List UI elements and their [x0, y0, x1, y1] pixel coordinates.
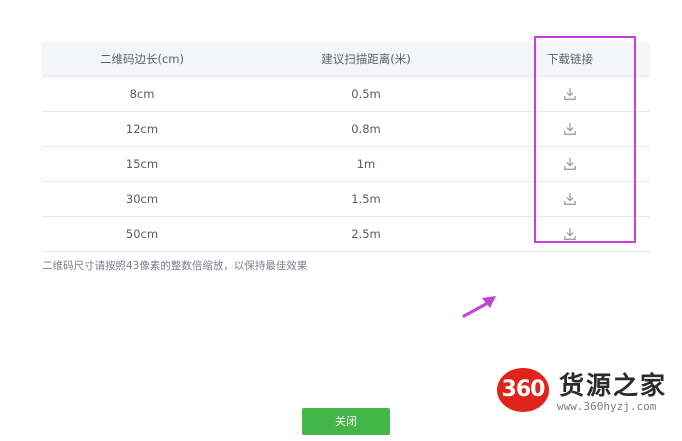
- pointer-arrow-icon: [462, 296, 496, 318]
- table-row: 12cm 0.8m: [42, 111, 650, 147]
- watermark-360-logo: 360: [497, 368, 549, 412]
- download-cell: [490, 111, 650, 147]
- table-row: 50cm 2.5m: [42, 216, 650, 252]
- header-qr-size: 二维码边长(cm): [42, 42, 242, 77]
- download-icon[interactable]: [563, 227, 577, 241]
- qr-size-table: 二维码边长(cm) 建议扫描距离(米) 下载链接 8cm 0.5m 12cm 0…: [42, 42, 650, 252]
- qr-size-cell: 30cm: [42, 181, 242, 217]
- site-watermark: 360 货源之家 www.360hyzj.com: [497, 364, 679, 420]
- close-button[interactable]: 关闭: [302, 408, 390, 435]
- qr-size-cell: 15cm: [42, 146, 242, 182]
- scan-distance-cell: 0.8m: [242, 111, 490, 147]
- qr-download-dialog: 二维码边长(cm) 建议扫描距离(米) 下载链接 8cm 0.5m 12cm 0…: [0, 0, 682, 441]
- download-icon[interactable]: [563, 192, 577, 206]
- qr-size-cell: 8cm: [42, 76, 242, 112]
- table-row: 30cm 1.5m: [42, 181, 650, 217]
- scan-distance-cell: 0.5m: [242, 76, 490, 112]
- table-row: 8cm 0.5m: [42, 76, 650, 112]
- download-icon[interactable]: [563, 122, 577, 136]
- download-icon[interactable]: [563, 87, 577, 101]
- scan-distance-cell: 1m: [242, 146, 490, 182]
- table-row: 15cm 1m: [42, 146, 650, 182]
- table-header-row: 二维码边长(cm) 建议扫描距离(米) 下载链接: [42, 42, 650, 77]
- scan-distance-cell: 1.5m: [242, 181, 490, 217]
- download-cell: [490, 146, 650, 182]
- header-scan-distance: 建议扫描距离(米): [242, 42, 490, 77]
- qr-scaling-note: 二维码尺寸请按照43像素的整数倍缩放，以保持最佳效果: [42, 260, 308, 272]
- qr-size-cell: 50cm: [42, 216, 242, 252]
- qr-size-cell: 12cm: [42, 111, 242, 147]
- header-download-link: 下载链接: [490, 42, 650, 77]
- scan-distance-cell: 2.5m: [242, 216, 490, 252]
- watermark-site-name: 货源之家: [559, 371, 668, 400]
- download-icon[interactable]: [563, 157, 577, 171]
- download-cell: [490, 181, 650, 217]
- watermark-url: www.360hyzj.com: [557, 400, 657, 413]
- download-cell: [490, 76, 650, 112]
- download-cell: [490, 216, 650, 252]
